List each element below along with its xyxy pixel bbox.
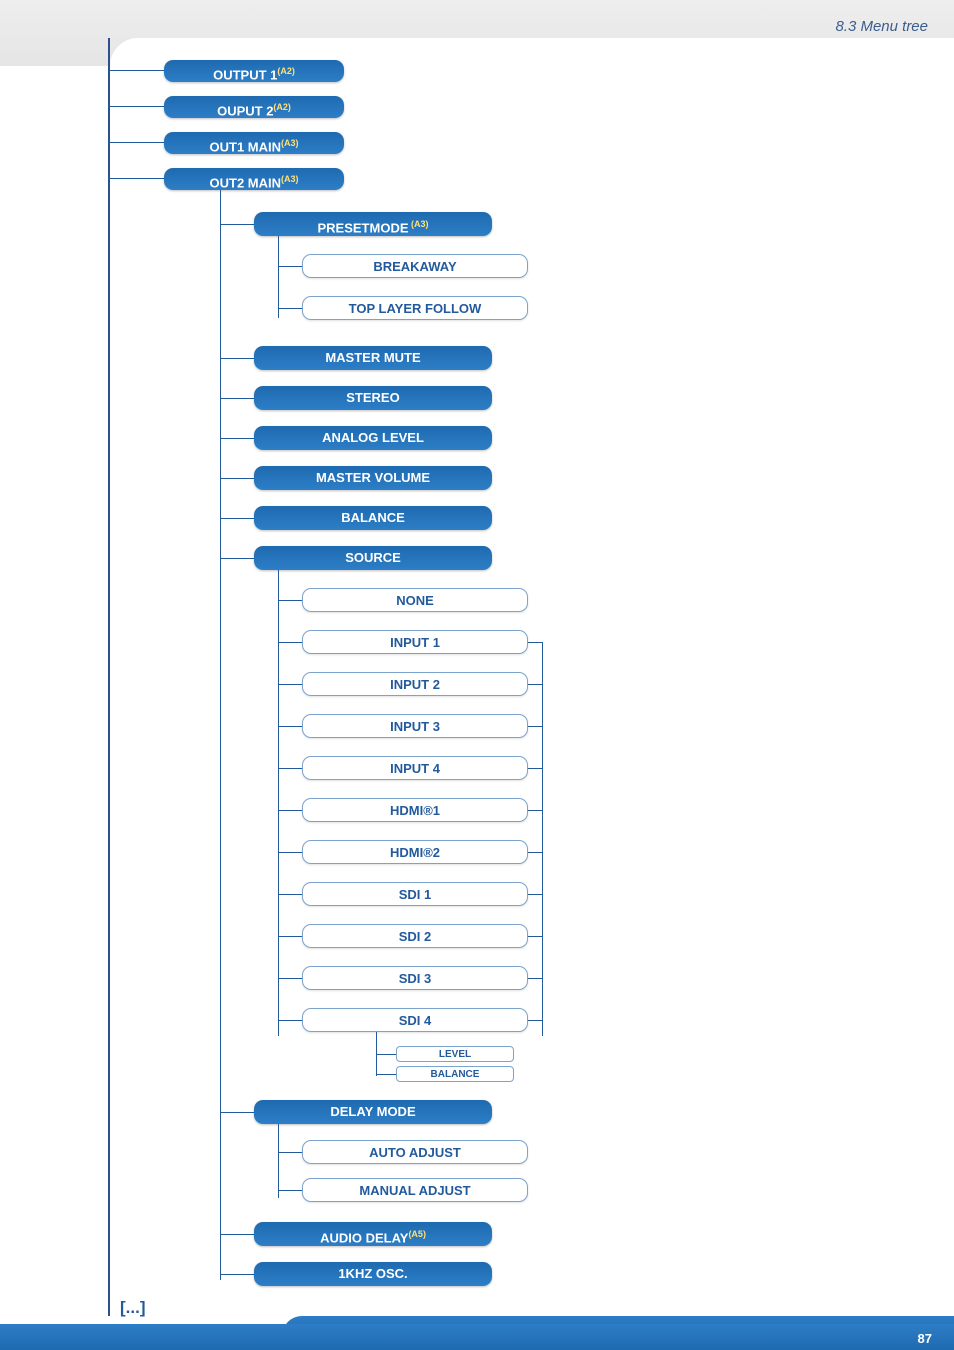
node-input3: INPUT 3 bbox=[302, 714, 528, 738]
node-balance2: BALANCE bbox=[396, 1066, 514, 1082]
node-hdmi1: HDMI®1 bbox=[302, 798, 528, 822]
node-input2: INPUT 2 bbox=[302, 672, 528, 696]
node-delay-mode: DELAY MODE bbox=[254, 1100, 492, 1124]
node-source: SOURCE bbox=[254, 546, 492, 570]
node-hdmi2: HDMI®2 bbox=[302, 840, 528, 864]
tree-left-rail bbox=[108, 38, 110, 1316]
node-master-mute: MASTER MUTE bbox=[254, 346, 492, 370]
node-audio-delay: AUDIO DELAY(A5) bbox=[254, 1222, 492, 1246]
node-input4: INPUT 4 bbox=[302, 756, 528, 780]
node-output1: OUTPUT 1(A2) bbox=[164, 60, 344, 82]
node-manual-adjust: MANUAL ADJUST bbox=[302, 1178, 528, 1202]
node-stereo: STEREO bbox=[254, 386, 492, 410]
node-presetmode: PRESETMODE (A3) bbox=[254, 212, 492, 236]
node-master-volume: MASTER VOLUME bbox=[254, 466, 492, 490]
node-1khz-osc: 1KHZ OSC. bbox=[254, 1262, 492, 1286]
node-breakaway: BREAKAWAY bbox=[302, 254, 528, 278]
node-sdi4: SDI 4 bbox=[302, 1008, 528, 1032]
breadcrumb: 8.3 Menu tree bbox=[835, 18, 928, 35]
node-level: LEVEL bbox=[396, 1046, 514, 1062]
footer-bar bbox=[0, 1324, 954, 1350]
page-number: 87 bbox=[918, 1331, 932, 1346]
node-out2main: OUT2 MAIN(A3) bbox=[164, 168, 344, 190]
node-top-layer-follow: TOP LAYER FOLLOW bbox=[302, 296, 528, 320]
node-analog-level: ANALOG LEVEL bbox=[254, 426, 492, 450]
node-sdi1: SDI 1 bbox=[302, 882, 528, 906]
node-balance: BALANCE bbox=[254, 506, 492, 530]
node-auto-adjust: AUTO ADJUST bbox=[302, 1140, 528, 1164]
node-sdi3: SDI 3 bbox=[302, 966, 528, 990]
continuation-marker: [...] bbox=[120, 1298, 146, 1318]
header-bar bbox=[0, 0, 954, 66]
node-out1main: OUT1 MAIN(A3) bbox=[164, 132, 344, 154]
node-none: NONE bbox=[302, 588, 528, 612]
node-sdi2: SDI 2 bbox=[302, 924, 528, 948]
node-input1: INPUT 1 bbox=[302, 630, 528, 654]
node-ouput2: OUPUT 2(A2) bbox=[164, 96, 344, 118]
